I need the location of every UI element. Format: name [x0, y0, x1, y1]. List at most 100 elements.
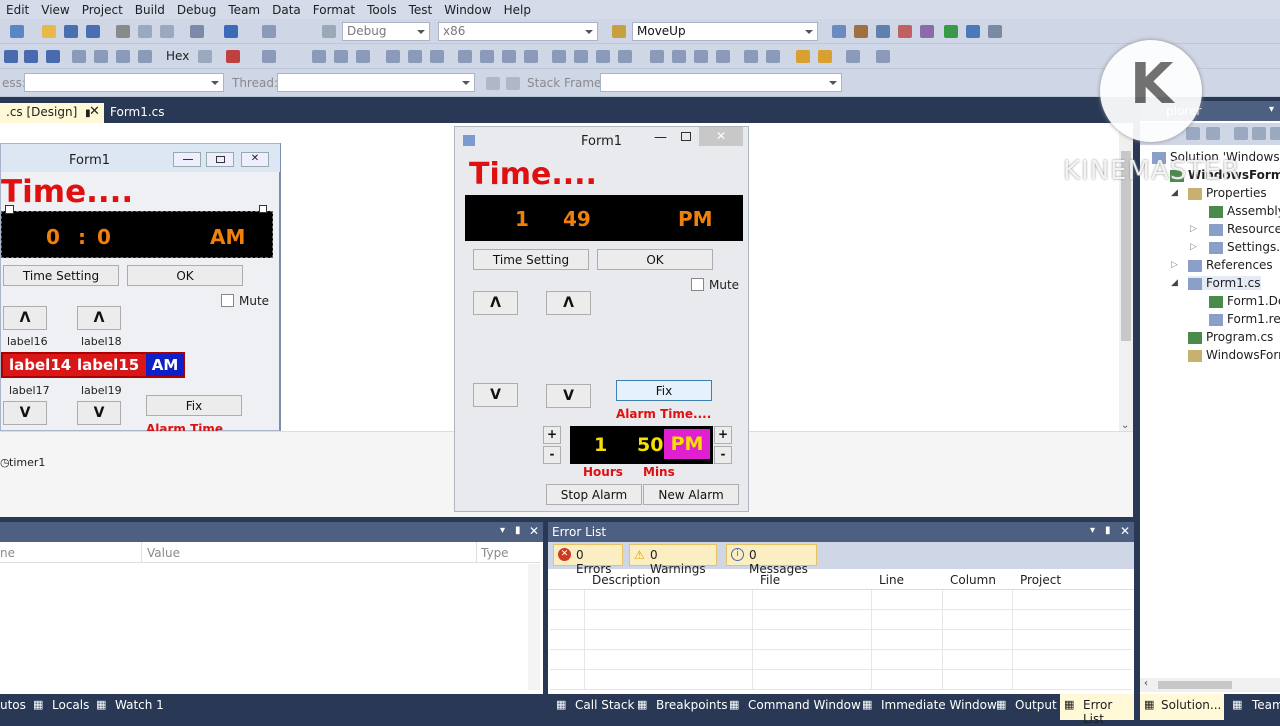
move-handle[interactable]: [5, 205, 14, 214]
hex-button[interactable]: Hex: [166, 49, 189, 63]
col-file[interactable]: File: [760, 573, 780, 587]
properties-icon[interactable]: [876, 25, 890, 38]
col-line[interactable]: Line: [879, 573, 904, 587]
pause-icon[interactable]: [4, 50, 18, 63]
close-window-button[interactable]: ✕: [699, 127, 743, 146]
restart-icon[interactable]: [46, 50, 60, 63]
hspace-icon[interactable]: [552, 50, 566, 63]
vspace-remove-icon[interactable]: [716, 50, 730, 63]
run-hour-up-button[interactable]: Λ: [473, 291, 518, 315]
extension-icon[interactable]: [966, 25, 980, 38]
timer-component[interactable]: timer1: [9, 456, 45, 469]
object-browser-icon[interactable]: [898, 25, 912, 38]
bring-front-icon[interactable]: [796, 50, 810, 63]
fix-button[interactable]: Fix: [146, 395, 242, 416]
solution-explorer-icon[interactable]: [854, 25, 868, 38]
tab-locals[interactable]: Locals: [52, 698, 89, 712]
close-panel-icon[interactable]: ✕: [1120, 524, 1130, 538]
toolbox-icon[interactable]: [920, 25, 934, 38]
dropdown-icon[interactable]: ▾: [1090, 525, 1095, 536]
size-grid-icon[interactable]: [524, 50, 538, 63]
expand-icon[interactable]: ▷: [1190, 242, 1197, 252]
align-left-icon[interactable]: [312, 50, 326, 63]
run-time-setting-button[interactable]: Time Setting: [473, 249, 589, 270]
mute-checkbox[interactable]: [221, 294, 234, 307]
expand-icon[interactable]: ▷: [1171, 260, 1178, 270]
center-v-icon[interactable]: [766, 50, 780, 63]
close-button[interactable]: ✕: [241, 152, 269, 167]
step-into-icon[interactable]: [94, 50, 108, 63]
run-hour-down-button[interactable]: V: [473, 383, 518, 407]
pin-icon[interactable]: ▮: [515, 525, 521, 536]
tab-breakpoints[interactable]: Breakpoints: [656, 698, 727, 712]
tab-solution-active[interactable]: ▦ Solution...: [1140, 694, 1224, 720]
start-page-icon[interactable]: [944, 25, 958, 38]
minimize-button[interactable]: [173, 152, 201, 167]
watch-scrollbar[interactable]: [528, 564, 540, 690]
start-icon[interactable]: [322, 25, 336, 38]
tree-assembly[interactable]: Assembly: [1209, 204, 1280, 218]
refresh-icon[interactable]: [1206, 127, 1220, 140]
run-mute-checkbox[interactable]: [691, 278, 704, 291]
warnings-filter[interactable]: ⚠ 0 Warnings: [629, 544, 717, 576]
tree-references[interactable]: References: [1188, 258, 1273, 272]
vspace-dec-icon[interactable]: [694, 50, 708, 63]
tab-order-icon[interactable]: [846, 50, 860, 63]
scroll-down-icon[interactable]: ⌄: [1121, 420, 1129, 431]
menu-tools[interactable]: Tools: [361, 3, 403, 17]
menu-build[interactable]: Build: [129, 3, 171, 17]
horizontal-scrollbar[interactable]: ‹: [1140, 678, 1280, 692]
col-value[interactable]: Value: [147, 546, 180, 560]
thread-select[interactable]: [277, 73, 475, 92]
navigate-icon[interactable]: [262, 25, 276, 38]
copy-icon[interactable]: [138, 25, 152, 38]
run-ok-button[interactable]: OK: [597, 249, 713, 270]
maximize-icon[interactable]: [681, 132, 691, 141]
step-over-icon[interactable]: [116, 50, 130, 63]
menu-view[interactable]: View: [35, 3, 75, 17]
tab-code[interactable]: Form1.cs ▮: [104, 103, 176, 133]
tab-call-stack[interactable]: Call Stack: [575, 698, 634, 712]
ok-button[interactable]: OK: [127, 265, 243, 286]
tree-windowsform[interactable]: WindowsForm: [1188, 348, 1280, 362]
hour-up-button[interactable]: Λ: [3, 306, 47, 330]
dropdown-icon[interactable]: ▾: [1269, 104, 1274, 115]
tree-settings[interactable]: Settings.s: [1209, 240, 1280, 254]
redo-icon[interactable]: [224, 25, 238, 38]
show-all-icon[interactable]: [1186, 127, 1200, 140]
tree-program[interactable]: Program.cs: [1188, 330, 1273, 344]
find-icon[interactable]: [612, 25, 626, 38]
close-icon[interactable]: ✕: [89, 104, 100, 119]
stack-frame-select[interactable]: [600, 73, 842, 92]
dropdown-icon[interactable]: ▾: [500, 525, 505, 536]
align-top-icon[interactable]: [386, 50, 400, 63]
tree-form1-resx[interactable]: Form1.res: [1209, 312, 1280, 326]
tab-immediate-window[interactable]: Immediate Window: [881, 698, 997, 712]
window-icon[interactable]: [988, 25, 1002, 38]
process-select[interactable]: [24, 73, 224, 92]
config-select[interactable]: Debug: [342, 22, 430, 41]
minimize-icon[interactable]: —: [654, 130, 667, 145]
center-h-icon[interactable]: [744, 50, 758, 63]
grid-icon[interactable]: [262, 50, 276, 63]
time-setting-button[interactable]: Time Setting: [3, 265, 119, 286]
run-minute-up-button[interactable]: Λ: [546, 291, 591, 315]
menu-data[interactable]: Data: [266, 3, 307, 17]
align-center-icon[interactable]: [334, 50, 348, 63]
align-middle-icon[interactable]: [408, 50, 422, 63]
menu-project[interactable]: Project: [76, 3, 129, 17]
flag-icon[interactable]: [486, 77, 500, 90]
designer-clock[interactable]: 0 : 0 AM: [1, 211, 273, 258]
scroll-left-icon[interactable]: ‹: [1144, 678, 1148, 689]
view-code-icon[interactable]: [1234, 127, 1248, 140]
cut-icon[interactable]: [116, 25, 130, 38]
alarm-minute-plus[interactable]: +: [714, 426, 732, 444]
hour-down-button[interactable]: V: [3, 401, 47, 425]
view-designer-icon[interactable]: [1252, 127, 1266, 140]
show-next-icon[interactable]: [72, 50, 86, 63]
class-diagram-icon[interactable]: [1270, 127, 1280, 140]
threads-icon[interactable]: [198, 50, 212, 63]
collapse-icon[interactable]: ◢: [1171, 278, 1178, 288]
step-out-icon[interactable]: [138, 50, 152, 63]
same-width-icon[interactable]: [458, 50, 472, 63]
